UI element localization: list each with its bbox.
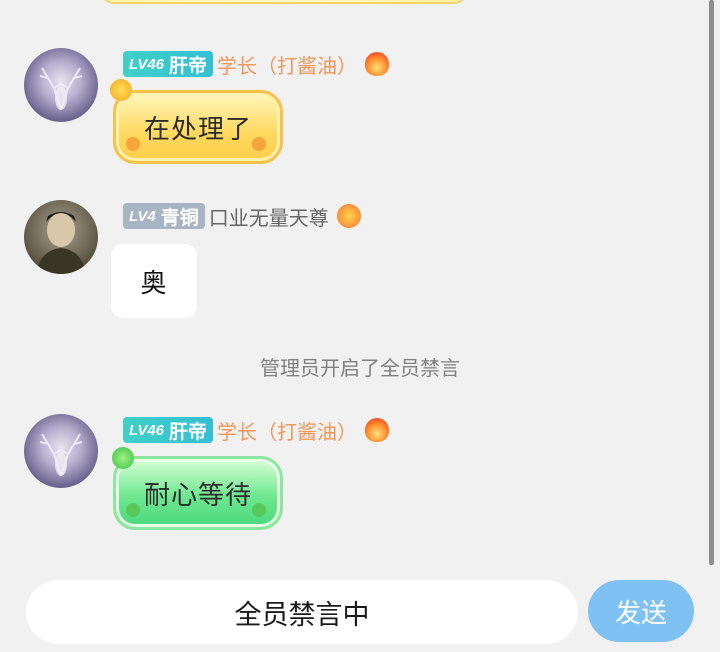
level-badge: LV4 青铜 xyxy=(123,203,205,229)
input-bar: 全员禁言中 发送 xyxy=(0,565,720,652)
level-badge: LV46 肝帝 xyxy=(123,51,214,77)
message-bubble[interactable]: 耐心等待 xyxy=(112,447,283,530)
scrollbar[interactable] xyxy=(709,0,714,565)
message-bubble[interactable]: 在处理了 xyxy=(110,79,283,164)
clover-decoration-icon xyxy=(126,503,140,517)
user-title: 学长（打酱油） xyxy=(217,419,358,444)
chat-area: LV46 肝帝 学长（打酱油） 在处理了 LV4 青铜 口业无量天尊 奥 管理员… xyxy=(0,0,720,565)
user-avatar[interactable] xyxy=(24,414,98,488)
clover-decoration-icon xyxy=(112,447,134,469)
message-input[interactable]: 全员禁言中 xyxy=(26,580,578,644)
system-notice: 管理员开启了全员禁言 xyxy=(260,356,460,380)
level-badge: LV46 肝帝 xyxy=(123,417,214,443)
level-number: LV4 xyxy=(129,207,156,225)
message-meta: LV4 青铜 口业无量天尊 xyxy=(123,202,361,230)
user-title: 学长（打酱油） xyxy=(217,53,358,78)
message-meta: LV46 肝帝 学长（打酱油） xyxy=(123,50,390,78)
rank-label: 肝帝 xyxy=(169,421,208,443)
user-title: 口业无量天尊 xyxy=(208,205,329,230)
previous-message-bubble xyxy=(100,0,468,4)
send-button[interactable]: 发送 xyxy=(588,580,694,642)
message-meta: LV46 肝帝 学长（打酱油） xyxy=(123,416,390,444)
flower-decoration-icon xyxy=(252,137,266,151)
level-number: LV46 xyxy=(129,55,165,73)
message-bubble[interactable]: 奥 xyxy=(111,244,197,318)
level-number: LV46 xyxy=(129,421,165,439)
rank-label: 青铜 xyxy=(160,207,199,229)
smile-icon xyxy=(336,204,361,228)
clover-decoration-icon xyxy=(252,503,266,517)
rank-label: 肝帝 xyxy=(169,55,208,77)
flower-decoration-icon xyxy=(126,137,140,151)
send-button-label: 发送 xyxy=(614,598,667,629)
input-value: 全员禁言中 xyxy=(234,599,370,631)
lemon-decoration-icon xyxy=(110,79,132,101)
message-text: 在处理了 xyxy=(143,114,252,145)
user-avatar[interactable] xyxy=(24,48,98,122)
message-text: 奥 xyxy=(140,268,168,299)
fire-icon xyxy=(365,418,390,442)
message-text: 耐心等待 xyxy=(143,480,252,511)
user-avatar[interactable] xyxy=(24,200,98,274)
fire-icon xyxy=(365,52,390,76)
